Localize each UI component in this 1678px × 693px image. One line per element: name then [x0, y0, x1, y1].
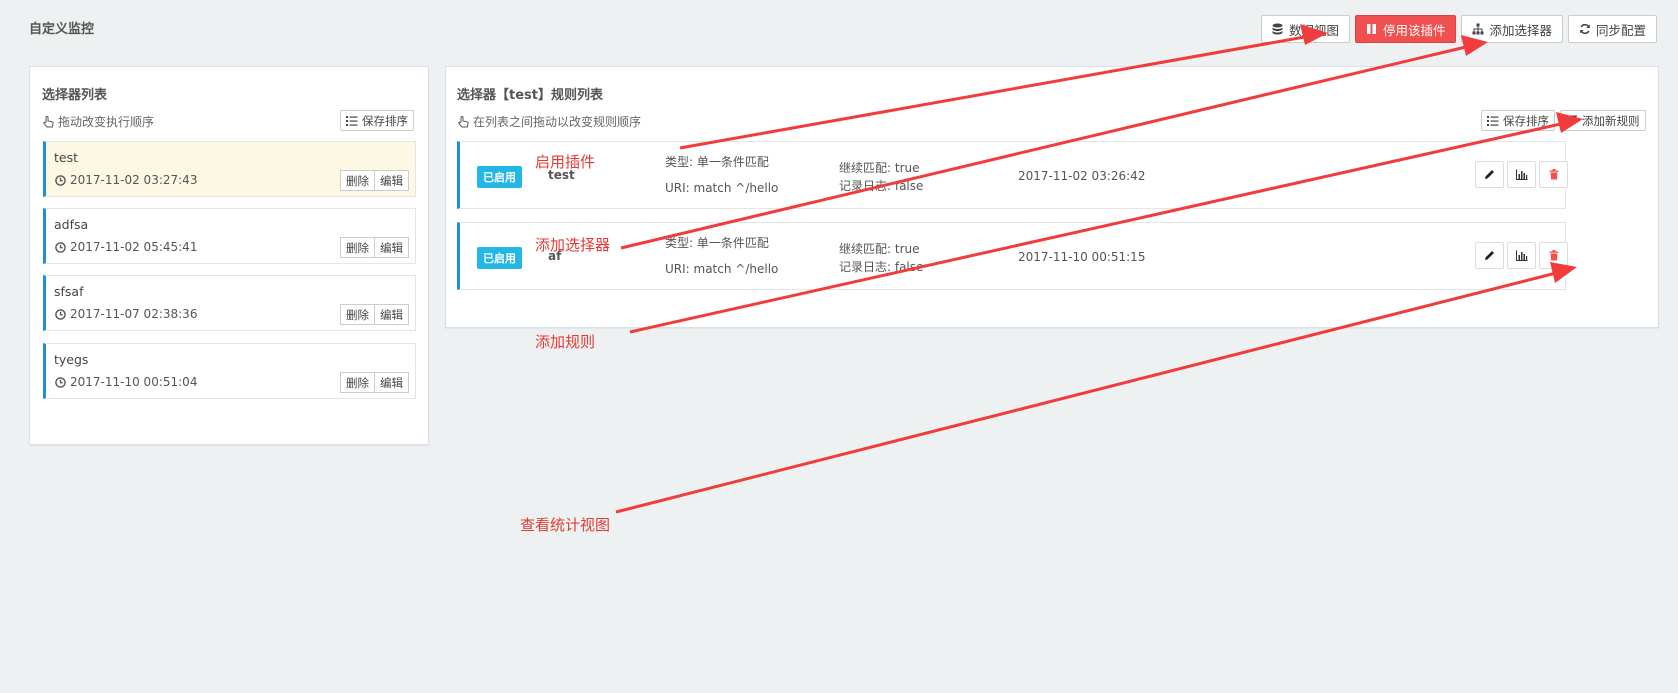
annotation-add-rule: 添加规则 [535, 333, 596, 351]
arrow-add-rule-head [1556, 112, 1583, 133]
arrow-add-selector [620, 44, 1471, 250]
arrow-view-stats-head [1550, 262, 1577, 283]
arrow-enable-plugin [679, 34, 1311, 150]
annotation-enable-plugin: 启用插件 [535, 153, 596, 171]
annotation-view-stats: 查看统计视图 [520, 516, 611, 534]
annotation-arrows [615, 24, 1583, 514]
arrow-enable-plugin-head [1300, 24, 1328, 45]
arrow-add-rule [629, 121, 1566, 334]
arrow-view-stats [615, 270, 1561, 514]
annotation-add-selector: 添加选择器 [535, 236, 611, 254]
arrow-add-selector-head [1461, 35, 1488, 56]
